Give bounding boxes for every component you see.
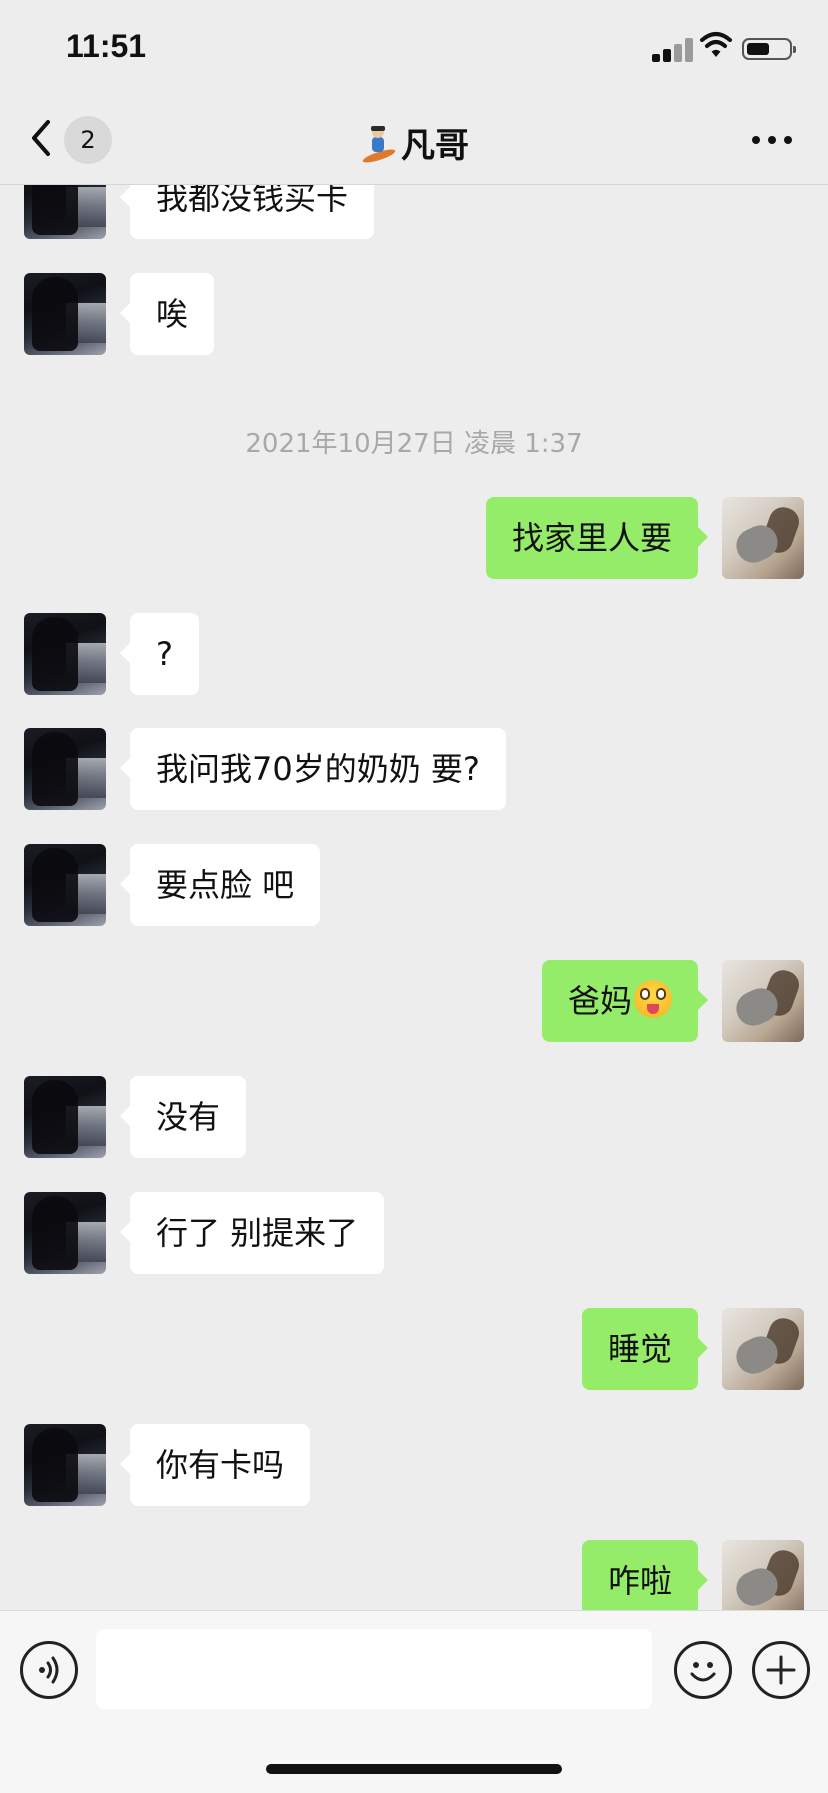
my-avatar[interactable] — [722, 960, 804, 1042]
chat-title-text: 凡哥 — [401, 126, 469, 166]
message-input[interactable] — [96, 1629, 652, 1709]
message-bubble-incoming[interactable]: 我都没钱买卡 — [119, 185, 375, 239]
contact-avatar[interactable] — [24, 273, 106, 355]
message-bubble-outgoing[interactable]: 睡觉 — [581, 1308, 709, 1390]
contact-avatar[interactable] — [24, 1076, 106, 1158]
wifi-icon — [700, 32, 732, 57]
message-bubble-incoming[interactable]: 你有卡吗 — [119, 1424, 311, 1506]
message-bubble-incoming[interactable]: 要点脸 吧 — [119, 844, 321, 926]
message-bubble-outgoing[interactable]: 爸妈 — [541, 960, 709, 1042]
contact-avatar[interactable] — [24, 844, 106, 926]
message-timestamp: 2021年10月27日 凌晨 1:37 — [245, 429, 583, 459]
message-bubble-incoming[interactable]: 没有 — [119, 1076, 247, 1158]
battery-icon — [742, 38, 796, 60]
contact-avatar[interactable] — [24, 728, 106, 810]
contact-avatar[interactable] — [24, 613, 106, 695]
status-bar: 11:51 — [0, 0, 828, 96]
message-bubble-incoming[interactable]: 我问我70岁的奶奶 要? — [120, 728, 506, 810]
astonished-tongue-emoji-icon — [634, 980, 672, 1018]
signal-icon — [652, 36, 696, 62]
contact-avatar[interactable] — [24, 1192, 106, 1274]
message-bubble-outgoing[interactable]: 咋啦 — [581, 1540, 709, 1610]
message-bubble-outgoing[interactable]: 找家里人要 — [485, 497, 709, 579]
message-bubble-incoming[interactable]: 行了 别提来了 — [119, 1192, 385, 1274]
my-avatar[interactable] — [722, 1540, 804, 1610]
my-avatar[interactable] — [722, 497, 804, 579]
message-list[interactable]: 我都没钱买卡 唉 2021年10月27日 凌晨 1:37 找家里人要 ? 我问我… — [0, 185, 828, 1610]
my-avatar[interactable] — [722, 1308, 804, 1390]
contact-avatar[interactable] — [24, 185, 106, 239]
plus-icon[interactable] — [752, 1641, 810, 1699]
emoji-icon[interactable] — [674, 1641, 732, 1699]
snowboarder-emoji-icon — [362, 126, 396, 163]
home-indicator[interactable] — [266, 1764, 562, 1774]
message-bubble-incoming[interactable]: 唉 — [119, 273, 215, 355]
chat-header: 2 凡哥 — [0, 96, 828, 185]
message-bubble-incoming[interactable]: ? — [120, 613, 199, 695]
voice-icon[interactable] — [20, 1641, 78, 1699]
status-time: 11:51 — [66, 28, 147, 64]
message-text: 爸妈 — [567, 982, 632, 1020]
chat-title[interactable]: 凡哥 — [0, 118, 828, 167]
contact-avatar[interactable] — [24, 1424, 106, 1506]
more-dots-icon[interactable] — [752, 136, 792, 146]
